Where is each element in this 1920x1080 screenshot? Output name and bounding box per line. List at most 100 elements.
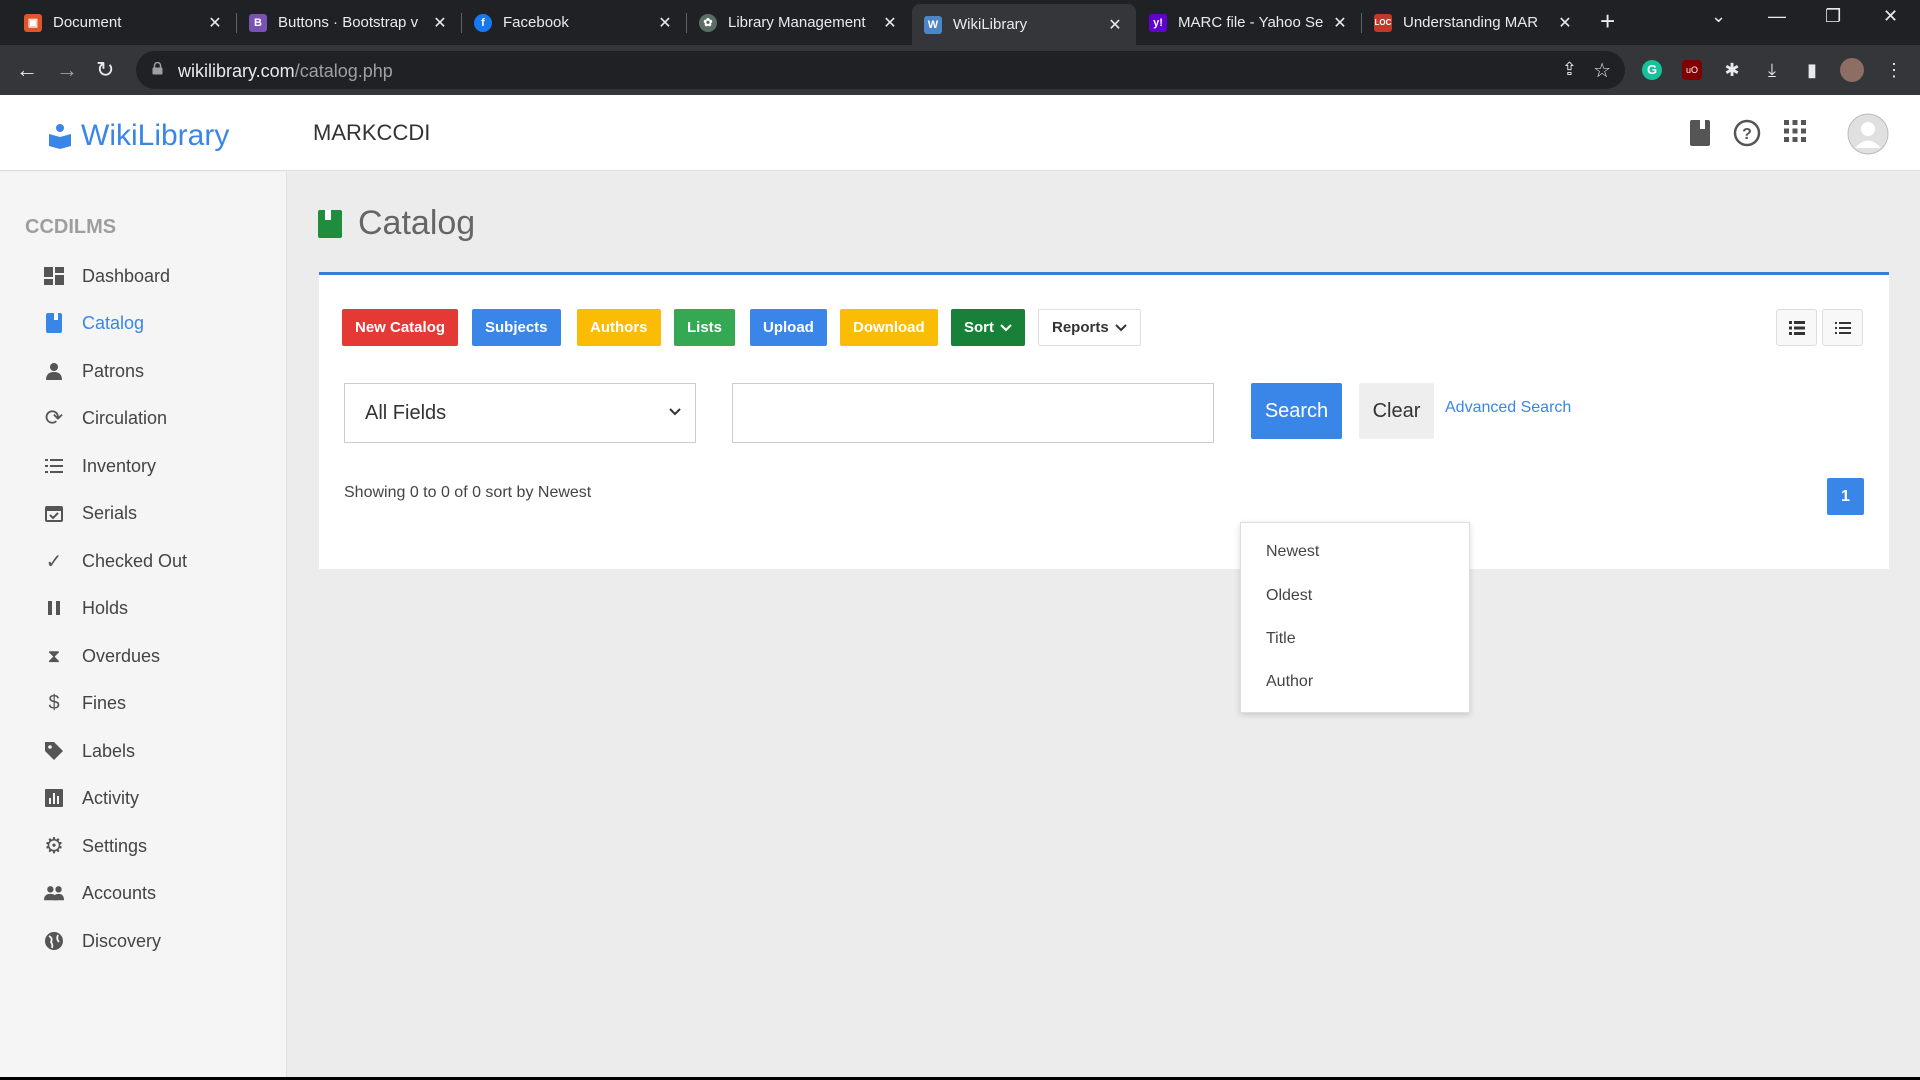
browser-tab[interactable]: y! MARC file - Yahoo Se ✕ [1137,5,1361,40]
sidebar-item-discovery[interactable]: Discovery [44,927,161,955]
subjects-button[interactable]: Subjects [472,309,561,346]
green-book-icon [318,209,342,238]
clear-button[interactable]: Clear [1359,383,1434,439]
forward-arrow-icon[interactable]: → [56,57,78,83]
document-favicon-icon: ▣ [24,13,42,32]
close-icon[interactable]: ✕ [431,13,449,33]
sidebar-item-serials[interactable]: Serials [44,499,137,527]
person-icon [44,361,64,381]
sidebar-item-label: Catalog [82,312,145,333]
sidebar-item-patrons[interactable]: Patrons [44,357,144,385]
gear-icon: ⚙ [44,833,64,858]
browser-tab[interactable]: ▣ Document ✕ [12,5,236,40]
brand-logo[interactable]: WikiLibrary [47,119,229,153]
sort-dropdown-menu: Newest Oldest Title Author [1240,522,1470,713]
sidebar-item-activity[interactable]: Activity [44,784,139,812]
sidebar-item-holds[interactable]: Holds [44,594,128,622]
back-arrow-icon[interactable]: ← [16,57,38,83]
reports-dropdown-button[interactable]: Reports [1038,309,1141,346]
list-compact-icon [1834,321,1851,334]
advanced-search-link[interactable]: Advanced Search [1445,399,1571,417]
close-icon[interactable]: ✕ [206,13,224,33]
compact-view-button[interactable] [1822,309,1863,346]
browser-tab-active[interactable]: W WikiLibrary ✕ [912,4,1136,45]
close-icon[interactable]: ✕ [1331,13,1349,33]
tab-title: Buttons · Bootstrap v [278,14,419,31]
profile-avatar-icon[interactable] [1840,58,1864,82]
help-icon[interactable]: ? [1733,119,1761,147]
chevron-down-icon [1114,323,1127,331]
tag-icon [44,741,64,761]
star-bookmark-icon[interactable]: ☆ [1593,58,1611,83]
browser-tab[interactable]: LOC Understanding MAR ✕ [1362,5,1586,40]
restore-icon[interactable]: ❐ [1825,6,1841,27]
sidebar-item-checked-out[interactable]: ✓ Checked Out [44,547,187,575]
menu-kebab-icon[interactable]: ⋮ [1882,58,1906,82]
sidebar-item-catalog[interactable]: Catalog [44,309,144,337]
tab-title: Document [53,14,122,31]
search-field-select[interactable]: All Fields [344,383,696,443]
refresh-icon: ⟳ [44,405,64,430]
page-header: Catalog [318,204,475,243]
sort-option-author[interactable]: Author [1266,673,1313,691]
authors-button[interactable]: Authors [577,309,661,346]
sort-option-oldest[interactable]: Oldest [1266,587,1312,605]
close-icon[interactable]: ✕ [1556,13,1574,33]
browser-tab[interactable]: f Facebook ✕ [462,5,686,40]
detail-view-button[interactable] [1776,309,1817,346]
address-bar[interactable]: wikilibrary.com/catalog.php ⇪ ☆ [136,51,1625,89]
search-input[interactable] [732,383,1214,443]
sidebar-item-settings[interactable]: ⚙ Settings [44,832,147,860]
sidebar-item-accounts[interactable]: Accounts [44,879,156,907]
ublock-icon[interactable]: uO [1680,58,1704,82]
browser-tab[interactable]: B Buttons · Bootstrap v ✕ [237,5,461,40]
sidebar-item-overdues[interactable]: ⧗ Overdues [44,642,160,670]
openai-favicon-icon: ✿ [699,13,717,32]
apps-grid-icon[interactable] [1783,119,1807,143]
sidebar-item-labels[interactable]: Labels [44,737,135,765]
tab-title: Facebook [503,14,569,31]
sidebar-item-label: Holds [82,597,129,618]
grammarly-icon[interactable]: G [1640,58,1664,82]
tab-title: Understanding MAR [1403,14,1539,31]
user-avatar-icon[interactable] [1847,113,1889,155]
sort-dropdown-button[interactable]: Sort [951,309,1025,346]
close-icon[interactable]: ✕ [1106,15,1124,35]
upload-button[interactable]: Upload [750,309,827,346]
pagination-page-button[interactable]: 1 [1827,478,1864,515]
hourglass-icon: ⧗ [47,645,61,666]
sidebar-item-dashboard[interactable]: Dashboard [44,262,170,290]
download-icon[interactable]: ⤓ [1760,58,1784,82]
tab-title: MARC file - Yahoo Se [1178,14,1324,31]
sort-option-newest[interactable]: Newest [1266,543,1319,561]
reload-icon[interactable]: ↻ [96,57,114,83]
browser-tab[interactable]: ✿ Library Management ✕ [687,5,911,40]
yahoo-favicon-icon: y! [1149,13,1167,32]
new-tab-plus-icon[interactable]: + [1600,6,1615,37]
share-icon[interactable]: ⇪ [1562,59,1577,80]
sidebar-item-label: Settings [82,835,148,856]
sidebar-item-label: Dashboard [82,265,171,286]
sidebar-item-label: Fines [82,692,127,713]
download-button[interactable]: Download [840,309,938,346]
sidebar-item-circulation[interactable]: ⟳ Circulation [44,404,167,432]
sidebar-item-fines[interactable]: $ Fines [44,689,126,717]
select-value: All Fields [365,401,447,424]
main-content: Catalog New Catalog Subjects Authors Lis… [288,172,1920,1077]
new-catalog-button[interactable]: New Catalog [342,309,459,346]
extensions-puzzle-icon[interactable]: ✱ [1720,58,1744,82]
search-button[interactable]: Search [1251,383,1342,439]
tab-search-chevron-icon[interactable]: ⌄ [1711,6,1726,27]
catalog-card: New Catalog Subjects Authors Lists Uploa… [319,272,1889,569]
close-icon[interactable]: ✕ [881,13,899,33]
tab-title: Library Management [728,14,866,31]
close-window-icon[interactable]: ✕ [1883,6,1898,27]
minimize-icon[interactable]: — [1768,6,1786,27]
side-panel-icon[interactable]: ▮ [1800,58,1824,82]
close-icon[interactable]: ✕ [656,13,674,33]
sort-option-title[interactable]: Title [1266,630,1296,648]
book-icon[interactable] [1688,119,1712,147]
calendar-check-icon [44,503,64,523]
lists-button[interactable]: Lists [674,309,736,346]
sidebar-item-inventory[interactable]: Inventory [44,452,156,480]
